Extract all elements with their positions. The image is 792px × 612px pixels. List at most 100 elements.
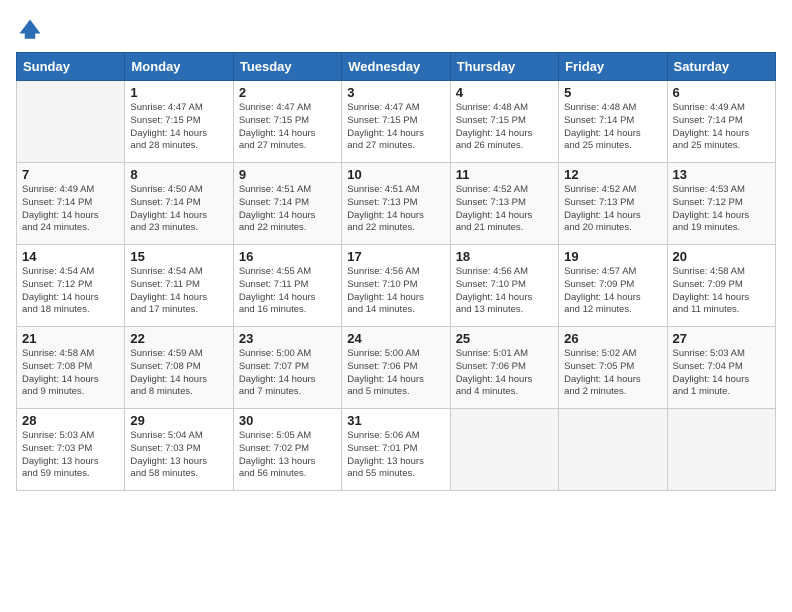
day-info: Sunrise: 5:02 AM Sunset: 7:05 PM Dayligh… xyxy=(564,348,661,399)
calendar-cell: 11Sunrise: 4:52 AM Sunset: 7:13 PM Dayli… xyxy=(450,163,558,245)
day-number: 3 xyxy=(347,85,444,100)
day-info: Sunrise: 4:53 AM Sunset: 7:12 PM Dayligh… xyxy=(673,184,770,235)
calendar-cell: 18 Sunrise: 4:56 AM Sunset: 7:10 PM Dayli… xyxy=(450,245,558,327)
calendar-cell: 20 Sunrise: 4:58 AM Sunset: 7:09 PM Dayli… xyxy=(667,245,775,327)
day-info: Sunrise: 4:56 AM Sunset: 7:10 PM Dayligh… xyxy=(456,266,553,317)
calendar-cell: 29 Sunrise: 5:04 AM Sunset: 7:03 PM Dayli… xyxy=(125,409,233,491)
day-info: Sunrise: 4:47 AM Sunset: 7:15 PM Dayligh… xyxy=(130,102,227,153)
calendar-cell: 27 Sunrise: 5:03 AM Sunset: 7:04 PM Dayli… xyxy=(667,327,775,409)
logo xyxy=(16,16,48,44)
calendar-cell xyxy=(559,409,667,491)
day-info: Sunrise: 4:58 AM Sunset: 7:08 PM Dayligh… xyxy=(22,348,119,399)
day-number: 17 xyxy=(347,249,444,264)
calendar-cell xyxy=(450,409,558,491)
day-number: 15 xyxy=(130,249,227,264)
calendar-cell: 7 Sunrise: 4:49 AM Sunset: 7:14 PM Daylig… xyxy=(17,163,125,245)
day-number: 6 xyxy=(673,85,770,100)
calendar-cell: 24Sunrise: 5:00 AM Sunset: 7:06 PM Dayli… xyxy=(342,327,450,409)
day-info: Sunrise: 5:03 AM Sunset: 7:03 PM Dayligh… xyxy=(22,430,119,481)
day-info: Sunrise: 5:06 AM Sunset: 7:01 PM Dayligh… xyxy=(347,430,444,481)
day-info: Sunrise: 4:57 AM Sunset: 7:09 PM Dayligh… xyxy=(564,266,661,317)
calendar-cell: 14Sunrise: 4:54 AM Sunset: 7:12 PM Dayli… xyxy=(17,245,125,327)
day-info: Sunrise: 4:51 AM Sunset: 7:14 PM Dayligh… xyxy=(239,184,336,235)
col-header-tuesday: Tuesday xyxy=(233,53,341,81)
day-number: 19 xyxy=(564,249,661,264)
calendar-week-row: 1 Sunrise: 4:47 AM Sunset: 7:15 PM Daylig… xyxy=(17,81,776,163)
calendar-week-row: 28 Sunrise: 5:03 AM Sunset: 7:03 PM Dayli… xyxy=(17,409,776,491)
calendar-cell: 9 Sunrise: 4:51 AM Sunset: 7:14 PM Daylig… xyxy=(233,163,341,245)
day-number: 10 xyxy=(347,167,444,182)
day-number: 20 xyxy=(673,249,770,264)
day-number: 27 xyxy=(673,331,770,346)
calendar-cell: 13 Sunrise: 4:53 AM Sunset: 7:12 PM Dayli… xyxy=(667,163,775,245)
day-number: 7 xyxy=(22,167,119,182)
day-info: Sunrise: 4:48 AM Sunset: 7:15 PM Dayligh… xyxy=(456,102,553,153)
day-number: 29 xyxy=(130,413,227,428)
col-header-saturday: Saturday xyxy=(667,53,775,81)
calendar-header-row: SundayMondayTuesdayWednesdayThursdayFrid… xyxy=(17,53,776,81)
calendar-cell: 12 Sunrise: 4:52 AM Sunset: 7:13 PM Dayli… xyxy=(559,163,667,245)
day-info: Sunrise: 4:54 AM Sunset: 7:11 PM Dayligh… xyxy=(130,266,227,317)
day-number: 23 xyxy=(239,331,336,346)
calendar-cell: 28 Sunrise: 5:03 AM Sunset: 7:03 PM Dayli… xyxy=(17,409,125,491)
day-number: 9 xyxy=(239,167,336,182)
day-number: 28 xyxy=(22,413,119,428)
col-header-friday: Friday xyxy=(559,53,667,81)
calendar-cell: 26 Sunrise: 5:02 AM Sunset: 7:05 PM Dayli… xyxy=(559,327,667,409)
calendar-week-row: 7 Sunrise: 4:49 AM Sunset: 7:14 PM Daylig… xyxy=(17,163,776,245)
day-number: 13 xyxy=(673,167,770,182)
calendar-cell: 6Sunrise: 4:49 AM Sunset: 7:14 PM Daylig… xyxy=(667,81,775,163)
calendar-cell xyxy=(17,81,125,163)
calendar-cell: 22Sunrise: 4:59 AM Sunset: 7:08 PM Dayli… xyxy=(125,327,233,409)
day-number: 18 xyxy=(456,249,553,264)
day-info: Sunrise: 5:05 AM Sunset: 7:02 PM Dayligh… xyxy=(239,430,336,481)
day-info: Sunrise: 4:48 AM Sunset: 7:14 PM Dayligh… xyxy=(564,102,661,153)
day-info: Sunrise: 4:55 AM Sunset: 7:11 PM Dayligh… xyxy=(239,266,336,317)
day-info: Sunrise: 4:56 AM Sunset: 7:10 PM Dayligh… xyxy=(347,266,444,317)
day-info: Sunrise: 5:00 AM Sunset: 7:07 PM Dayligh… xyxy=(239,348,336,399)
col-header-monday: Monday xyxy=(125,53,233,81)
day-info: Sunrise: 4:59 AM Sunset: 7:08 PM Dayligh… xyxy=(130,348,227,399)
day-number: 26 xyxy=(564,331,661,346)
calendar-cell: 15 Sunrise: 4:54 AM Sunset: 7:11 PM Dayli… xyxy=(125,245,233,327)
day-number: 12 xyxy=(564,167,661,182)
calendar-cell: 31 Sunrise: 5:06 AM Sunset: 7:01 PM Dayli… xyxy=(342,409,450,491)
calendar-cell: 1 Sunrise: 4:47 AM Sunset: 7:15 PM Daylig… xyxy=(125,81,233,163)
day-info: Sunrise: 4:58 AM Sunset: 7:09 PM Dayligh… xyxy=(673,266,770,317)
calendar-cell xyxy=(667,409,775,491)
day-info: Sunrise: 5:04 AM Sunset: 7:03 PM Dayligh… xyxy=(130,430,227,481)
day-info: Sunrise: 4:50 AM Sunset: 7:14 PM Dayligh… xyxy=(130,184,227,235)
logo-icon xyxy=(16,16,44,44)
day-number: 4 xyxy=(456,85,553,100)
calendar-cell: 23 Sunrise: 5:00 AM Sunset: 7:07 PM Dayli… xyxy=(233,327,341,409)
calendar-cell: 4 Sunrise: 4:48 AM Sunset: 7:15 PM Daylig… xyxy=(450,81,558,163)
calendar-cell: 2Sunrise: 4:47 AM Sunset: 7:15 PM Daylig… xyxy=(233,81,341,163)
day-number: 11 xyxy=(456,167,553,182)
calendar-cell: 10Sunrise: 4:51 AM Sunset: 7:13 PM Dayli… xyxy=(342,163,450,245)
calendar-week-row: 21Sunrise: 4:58 AM Sunset: 7:08 PM Dayli… xyxy=(17,327,776,409)
calendar-week-row: 14Sunrise: 4:54 AM Sunset: 7:12 PM Dayli… xyxy=(17,245,776,327)
calendar-table: SundayMondayTuesdayWednesdayThursdayFrid… xyxy=(16,52,776,491)
page-header xyxy=(16,16,776,44)
day-number: 31 xyxy=(347,413,444,428)
col-header-thursday: Thursday xyxy=(450,53,558,81)
day-number: 24 xyxy=(347,331,444,346)
day-info: Sunrise: 4:52 AM Sunset: 7:13 PM Dayligh… xyxy=(564,184,661,235)
day-number: 1 xyxy=(130,85,227,100)
day-number: 16 xyxy=(239,249,336,264)
calendar-cell: 16 Sunrise: 4:55 AM Sunset: 7:11 PM Dayli… xyxy=(233,245,341,327)
calendar-cell: 5Sunrise: 4:48 AM Sunset: 7:14 PM Daylig… xyxy=(559,81,667,163)
calendar-cell: 21Sunrise: 4:58 AM Sunset: 7:08 PM Dayli… xyxy=(17,327,125,409)
day-info: Sunrise: 5:03 AM Sunset: 7:04 PM Dayligh… xyxy=(673,348,770,399)
day-number: 30 xyxy=(239,413,336,428)
day-info: Sunrise: 5:01 AM Sunset: 7:06 PM Dayligh… xyxy=(456,348,553,399)
day-number: 25 xyxy=(456,331,553,346)
calendar-cell: 3Sunrise: 4:47 AM Sunset: 7:15 PM Daylig… xyxy=(342,81,450,163)
calendar-cell: 25 Sunrise: 5:01 AM Sunset: 7:06 PM Dayli… xyxy=(450,327,558,409)
day-info: Sunrise: 4:49 AM Sunset: 7:14 PM Dayligh… xyxy=(22,184,119,235)
calendar-cell: 30 Sunrise: 5:05 AM Sunset: 7:02 PM Dayli… xyxy=(233,409,341,491)
calendar-cell: 19 Sunrise: 4:57 AM Sunset: 7:09 PM Dayli… xyxy=(559,245,667,327)
day-info: Sunrise: 4:47 AM Sunset: 7:15 PM Dayligh… xyxy=(239,102,336,153)
day-info: Sunrise: 4:54 AM Sunset: 7:12 PM Dayligh… xyxy=(22,266,119,317)
day-number: 8 xyxy=(130,167,227,182)
